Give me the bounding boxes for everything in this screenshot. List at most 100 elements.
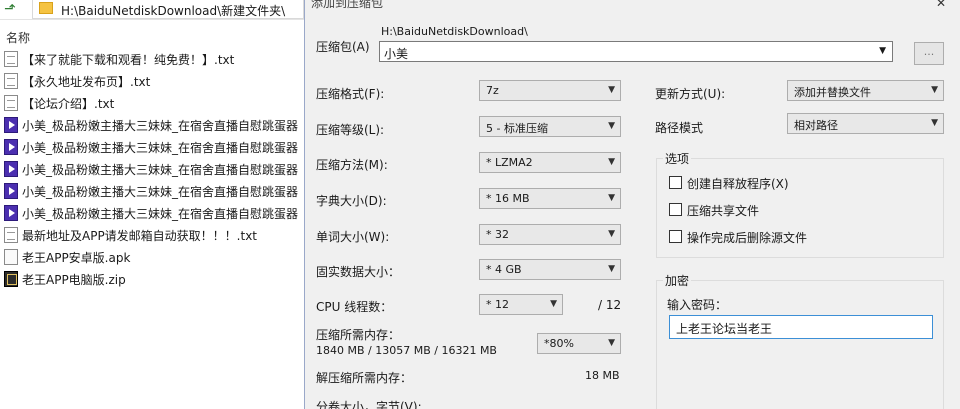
mem-pct-value: *80% <box>544 337 574 350</box>
close-icon[interactable]: ✕ <box>929 0 953 10</box>
encryption-title: 加密 <box>663 272 692 289</box>
decomp-value: 18 MB <box>585 369 620 382</box>
screen: ⬏ H:\BaiduNetdiskDownload\新建文件夹\ 名称 【来了就… <box>0 0 960 409</box>
archive-label: 压缩包(A) <box>316 40 370 54</box>
file-name: 最新地址及APP请发邮箱自动获取！！！.txt <box>22 229 258 243</box>
file-row[interactable]: 小美_极品粉嫩主播大三妹妹_在宿舍直播自慰跳蛋器 <box>0 202 304 224</box>
sfx-label: 创建自释放程序(X) <box>687 177 789 191</box>
path-select[interactable]: 相对路径 ▼ <box>787 113 944 134</box>
file-name: 小美_极品粉嫩主播大三妹妹_在宿舍直播自慰跳蛋器 <box>22 163 299 177</box>
file-row[interactable]: 【永久地址发布页】.txt <box>0 70 304 92</box>
format-label: 压缩格式(F): <box>316 87 385 101</box>
chevron-down-icon: ▼ <box>608 264 615 274</box>
video-file-icon <box>4 183 18 199</box>
video-file-icon <box>4 139 18 155</box>
update-select[interactable]: 添加并替换文件 ▼ <box>787 80 944 101</box>
password-input[interactable]: 上老王论坛当老王 <box>669 315 933 339</box>
update-label: 更新方式(U): <box>655 87 726 101</box>
file-name: 【论坛介绍】.txt <box>22 97 115 111</box>
file-explorer: ⬏ H:\BaiduNetdiskDownload\新建文件夹\ 名称 【来了就… <box>0 0 304 409</box>
level-value: 5 - 标准压缩 <box>486 122 548 135</box>
dict-value: * 16 MB <box>486 192 530 205</box>
solid-value: * 4 GB <box>486 263 522 276</box>
file-row[interactable]: 小美_极品粉嫩主播大三妹妹_在宿舍直播自慰跳蛋器 <box>0 180 304 202</box>
chevron-down-icon: ▼ <box>879 46 886 56</box>
file-row[interactable]: 【论坛介绍】.txt <box>0 92 304 114</box>
apk-file-icon <box>4 249 18 265</box>
options-title: 选项 <box>663 150 692 167</box>
format-select[interactable]: 7z ▼ <box>479 80 621 101</box>
file-name: 老王APP安卓版.apk <box>22 251 131 265</box>
mem-label: 压缩所需内存： <box>316 328 401 342</box>
split-label: 分卷大小，字节(V): <box>316 400 422 409</box>
txt-file-icon <box>4 227 18 243</box>
archive-dir: H:\BaiduNetdiskDownload\ <box>381 25 528 38</box>
method-select[interactable]: * LZMA2 ▼ <box>479 152 621 173</box>
level-select[interactable]: 5 - 标准压缩 ▼ <box>479 116 621 137</box>
dict-select[interactable]: * 16 MB ▼ <box>479 188 621 209</box>
chevron-down-icon: ▼ <box>608 229 615 239</box>
update-value: 添加并替换文件 <box>794 86 871 99</box>
video-file-icon <box>4 205 18 221</box>
mem-pct-select[interactable]: *80% ▼ <box>537 333 621 354</box>
cpu-select[interactable]: * 12 ▼ <box>479 294 563 315</box>
file-row[interactable]: 最新地址及APP请发邮箱自动获取！！！.txt <box>0 224 304 246</box>
cpu-total: / 12 <box>598 298 622 312</box>
archive-name-value: 小美 <box>384 47 409 61</box>
up-arrow-icon[interactable]: ⬏ <box>2 1 18 17</box>
mem-value: 1840 MB / 13057 MB / 16321 MB <box>316 344 497 357</box>
sfx-checkbox[interactable] <box>669 176 682 189</box>
cpu-label: CPU 线程数： <box>316 300 393 314</box>
video-file-icon <box>4 117 18 133</box>
word-label: 单词大小(W): <box>316 230 390 244</box>
solid-select[interactable]: * 4 GB ▼ <box>479 259 621 280</box>
method-value: * LZMA2 <box>486 156 533 169</box>
video-file-icon <box>4 161 18 177</box>
file-name: 老王APP电脑版.zip <box>22 273 126 287</box>
file-row[interactable]: 小美_极品粉嫩主播大三妹妹_在宿舍直播自慰跳蛋器 <box>0 114 304 136</box>
txt-file-icon <box>4 95 18 111</box>
word-select[interactable]: * 32 ▼ <box>479 224 621 245</box>
file-name: 小美_极品粉嫩主播大三妹妹_在宿舍直播自慰跳蛋器 <box>22 207 299 221</box>
file-name: 小美_极品粉嫩主播大三妹妹_在宿舍直播自慰跳蛋器 <box>22 119 299 133</box>
file-row[interactable]: 老王APP电脑版.zip <box>0 268 304 290</box>
chevron-down-icon: ▼ <box>608 338 615 348</box>
address-path: H:\BaiduNetdiskDownload\新建文件夹\ <box>61 4 286 18</box>
decomp-label: 解压缩所需内存： <box>316 371 413 385</box>
folder-icon <box>39 2 53 14</box>
method-label: 压缩方法(M): <box>316 158 388 172</box>
cpu-value: * 12 <box>486 298 509 311</box>
solid-label: 固实数据大小： <box>316 265 401 279</box>
level-label: 压缩等级(L): <box>316 123 385 137</box>
chevron-down-icon: ▼ <box>608 157 615 167</box>
file-name: 小美_极品粉嫩主播大三妹妹_在宿舍直播自慰跳蛋器 <box>22 141 299 155</box>
txt-file-icon <box>4 51 18 67</box>
chevron-down-icon: ▼ <box>608 85 615 95</box>
chevron-down-icon: ▼ <box>931 118 938 128</box>
file-name: 小美_极品粉嫩主播大三妹妹_在宿舍直播自慰跳蛋器 <box>22 185 299 199</box>
chevron-down-icon: ▼ <box>608 193 615 203</box>
shared-files-label: 压缩共享文件 <box>687 204 760 218</box>
archive-name-combobox[interactable]: 小美 ▼ <box>379 41 893 62</box>
file-row[interactable]: 【来了就能下载和观看！纯免费！】.txt <box>0 48 304 70</box>
shared-files-checkbox[interactable] <box>669 203 682 216</box>
file-row[interactable]: 老王APP安卓版.apk <box>0 246 304 268</box>
password-label: 输入密码： <box>667 298 728 312</box>
column-header-name[interactable]: 名称 <box>0 27 304 45</box>
chevron-down-icon: ▼ <box>608 121 615 131</box>
delete-after-checkbox[interactable] <box>669 230 682 243</box>
zip-file-icon <box>4 271 18 287</box>
explorer-toolbar: ⬏ H:\BaiduNetdiskDownload\新建文件夹\ <box>0 0 304 20</box>
password-value: 上老王论坛当老王 <box>676 322 773 336</box>
dict-label: 字典大小(D): <box>316 194 387 208</box>
browse-button[interactable]: ... <box>914 42 944 65</box>
file-row[interactable]: 小美_极品粉嫩主播大三妹妹_在宿舍直播自慰跳蛋器 <box>0 158 304 180</box>
chevron-down-icon: ▼ <box>550 299 557 309</box>
file-row[interactable]: 小美_极品粉嫩主播大三妹妹_在宿舍直播自慰跳蛋器 <box>0 136 304 158</box>
chevron-down-icon: ▼ <box>931 85 938 95</box>
txt-file-icon <box>4 73 18 89</box>
path-label: 路径模式 <box>655 121 704 135</box>
address-bar[interactable]: H:\BaiduNetdiskDownload\新建文件夹\ <box>32 0 304 19</box>
format-value: 7z <box>486 84 499 97</box>
file-name: 【来了就能下载和观看！纯免费！】.txt <box>22 53 235 67</box>
